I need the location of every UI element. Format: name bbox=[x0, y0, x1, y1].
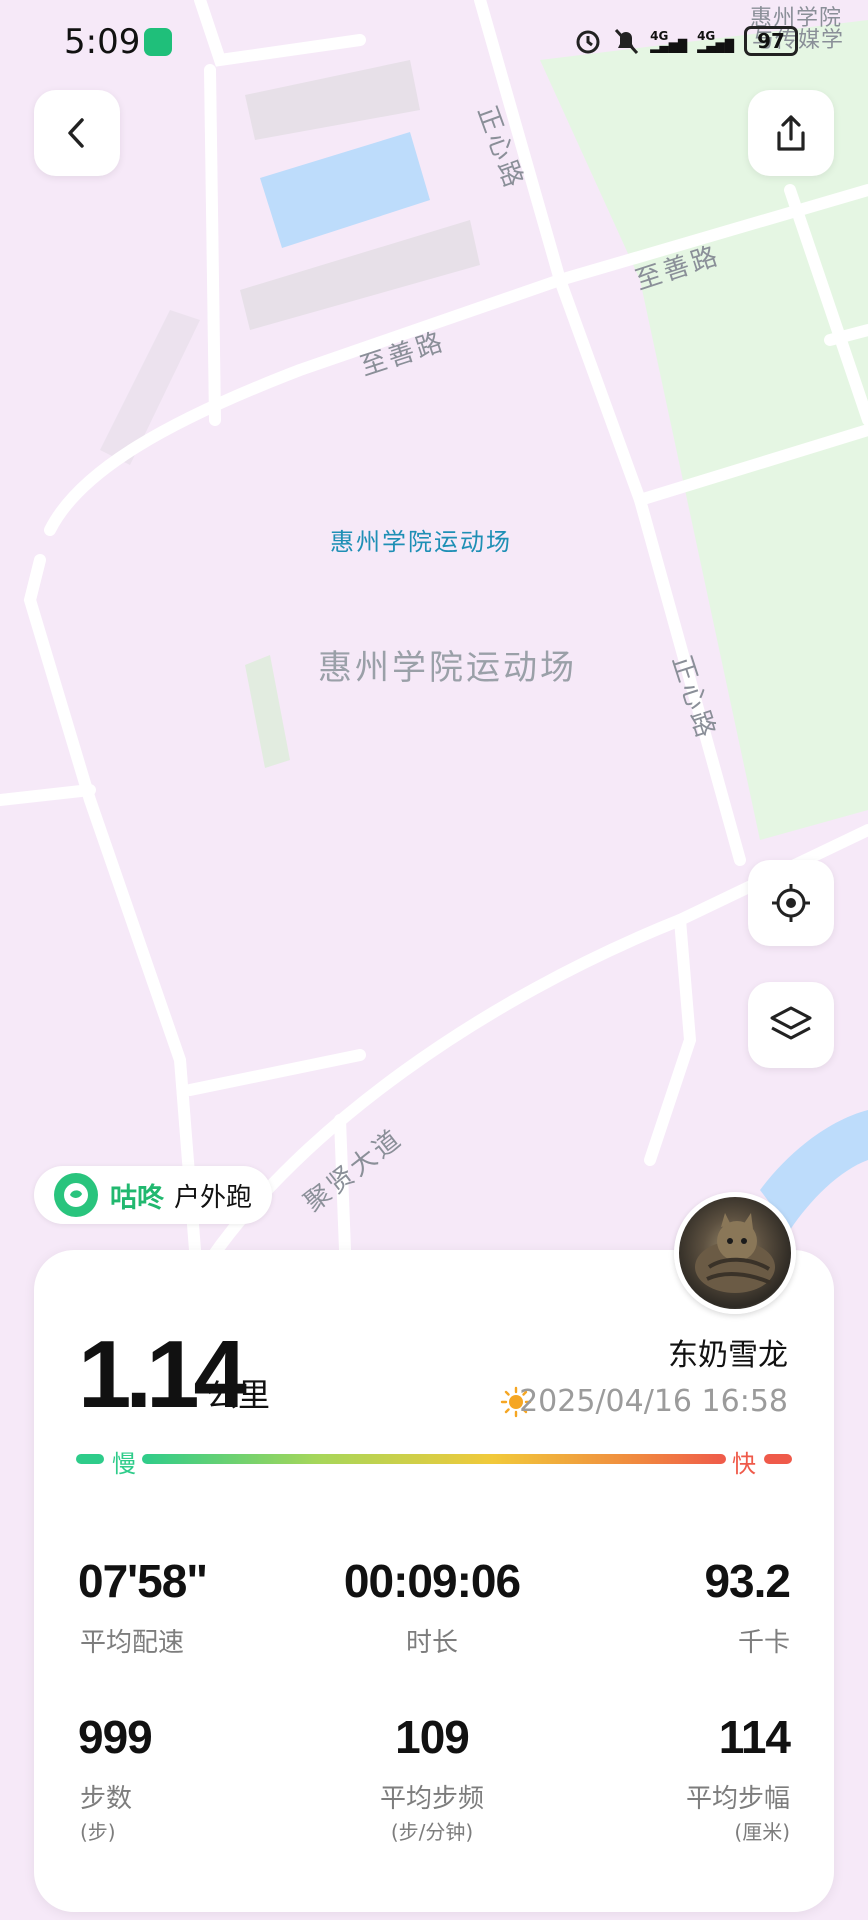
avatar[interactable] bbox=[674, 1192, 796, 1314]
alarm-icon bbox=[576, 30, 600, 54]
battery-icon: 97 bbox=[744, 26, 798, 56]
avg-pace-label: 平均配速 bbox=[80, 1628, 185, 1658]
steps-unit: (步) bbox=[80, 1820, 116, 1844]
layers-icon bbox=[770, 1006, 812, 1040]
status-time: 5:09 bbox=[64, 22, 141, 62]
brand-name: 咕咚 bbox=[110, 1182, 164, 1214]
steps-label: 步数 bbox=[80, 1784, 133, 1814]
pace-slow-tick bbox=[76, 1454, 104, 1464]
avg-pace-value: 07'58" bbox=[78, 1555, 208, 1607]
map-layers-button[interactable] bbox=[748, 982, 834, 1068]
area-label: 惠州学院运动场 bbox=[318, 648, 577, 688]
duration-label: 时长 bbox=[405, 1628, 458, 1658]
stride-unit: (厘米) bbox=[734, 1820, 790, 1844]
pace-gradient bbox=[142, 1454, 726, 1464]
back-button[interactable] bbox=[34, 90, 120, 176]
chevron-left-icon bbox=[68, 118, 84, 148]
username: 东奶雪龙 bbox=[668, 1338, 788, 1373]
steps-value: 999 bbox=[78, 1711, 153, 1763]
activity-type: 户外跑 bbox=[174, 1182, 253, 1213]
activity-datetime: 2025/04/16 16:58 bbox=[519, 1384, 788, 1419]
distance-unit: 公里 bbox=[206, 1376, 271, 1414]
stride-label: 平均步幅 bbox=[685, 1784, 790, 1814]
pace-legend: 慢 快 bbox=[76, 1444, 792, 1478]
duration-value: 00:09:06 bbox=[343, 1555, 521, 1607]
signal-icon: 4G ▂▄▆█ bbox=[650, 29, 688, 53]
calories-value: 93.2 bbox=[704, 1555, 791, 1607]
status-bar: 5:09 4G ▂▄▆█ 4G ▂▄▆█ 97 bbox=[0, 0, 868, 86]
pace-slow-label: 慢 bbox=[112, 1450, 136, 1478]
app-notification-icon bbox=[144, 28, 172, 56]
share-icon bbox=[777, 115, 805, 151]
locate-icon bbox=[772, 884, 810, 922]
cadence-unit: (步/分钟) bbox=[390, 1820, 474, 1844]
status-icons: 4G ▂▄▆█ 4G ▂▄▆█ 97 bbox=[574, 26, 798, 56]
activity-chip: 咕咚 户外跑 bbox=[34, 1166, 273, 1224]
pace-fast-label: 快 bbox=[732, 1450, 756, 1478]
cadence-label: 平均步频 bbox=[379, 1784, 484, 1814]
poi-label[interactable]: 惠州学院运动场 bbox=[330, 522, 512, 557]
calories-label: 千卡 bbox=[737, 1628, 790, 1658]
share-button[interactable] bbox=[748, 90, 834, 176]
pace-fast-tick bbox=[764, 1454, 792, 1464]
signal-icon: 4G ▂▄▆█ bbox=[697, 29, 734, 53]
locate-button[interactable] bbox=[748, 860, 834, 946]
cadence-value: 109 bbox=[395, 1711, 470, 1763]
mute-bell-icon bbox=[615, 28, 639, 55]
codoon-logo-icon bbox=[54, 1173, 98, 1217]
stride-value: 114 bbox=[718, 1711, 791, 1763]
